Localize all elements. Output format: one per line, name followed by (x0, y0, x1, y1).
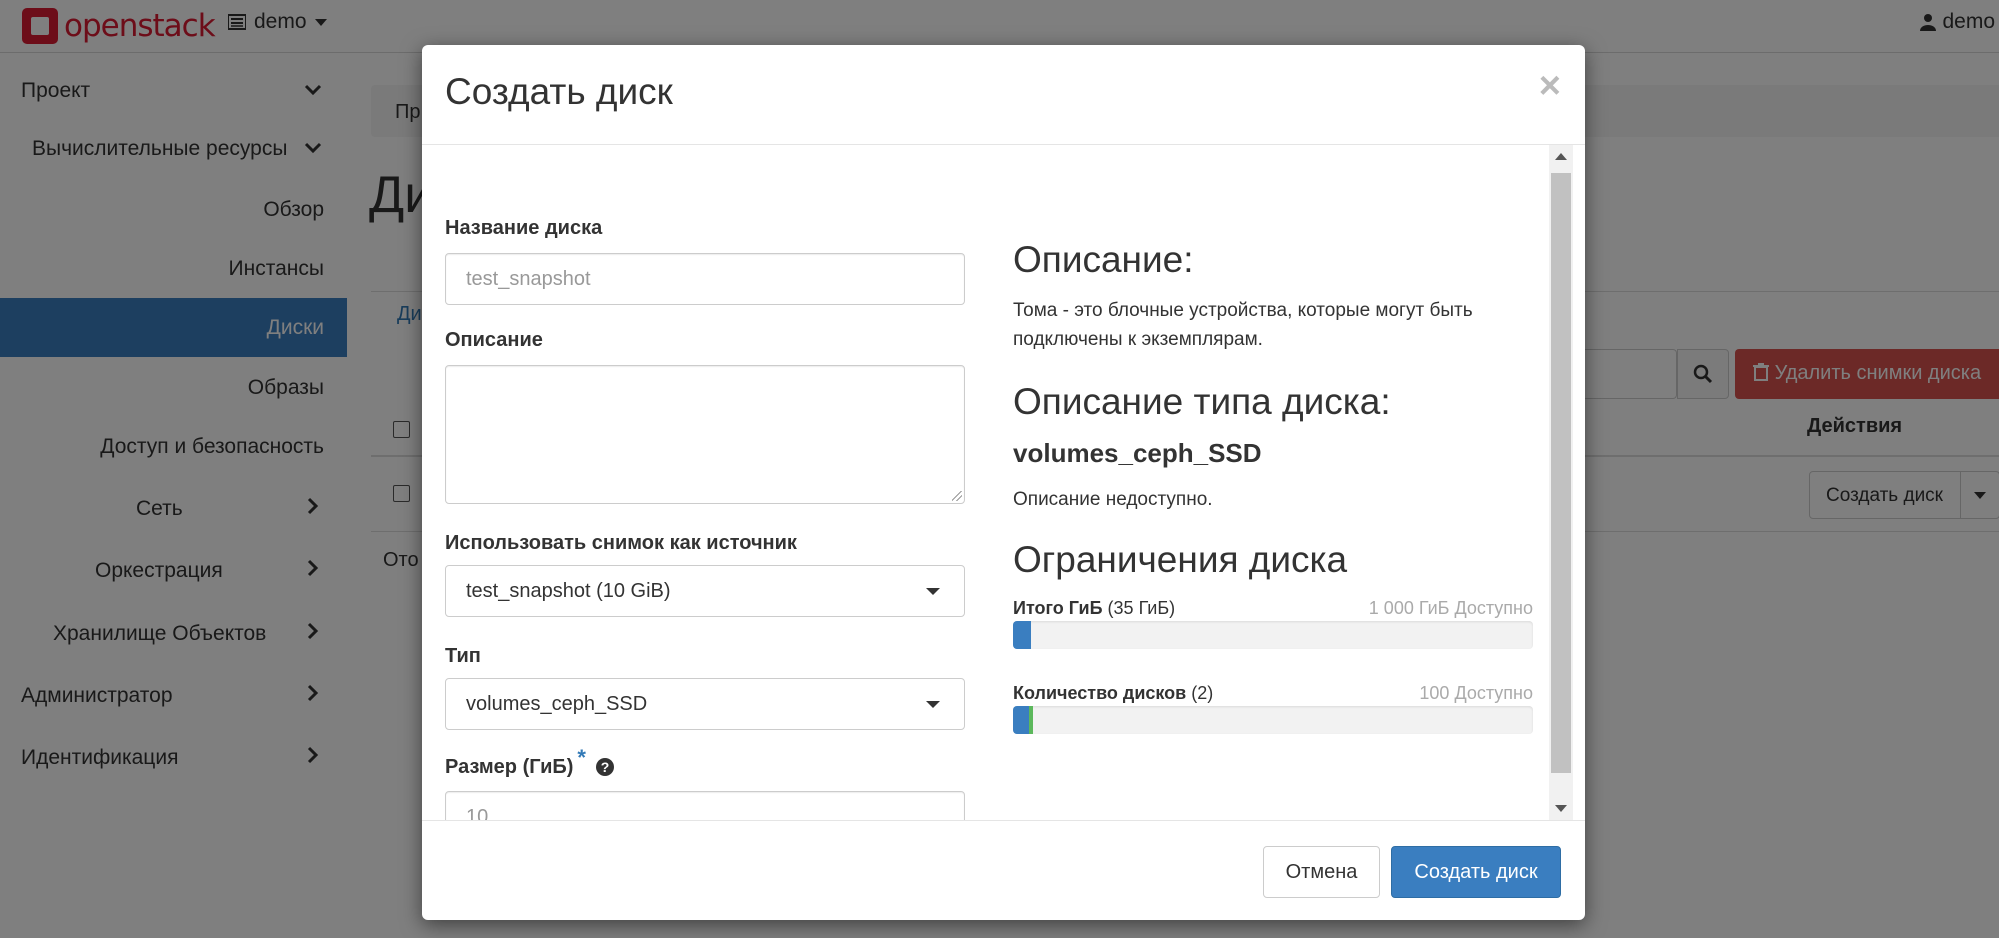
modal-title: Создать диск (445, 71, 673, 112)
snapshot-source-select[interactable]: test_snapshot (10 GiB) (445, 565, 965, 617)
quota-name: Количество дисков (1013, 683, 1187, 703)
modal-footer: Отмена Создать диск (422, 820, 1585, 920)
chevron-down-icon (926, 588, 940, 595)
cancel-button[interactable]: Отмена (1263, 846, 1380, 898)
volume-type-label: Тип (445, 645, 481, 667)
size-input[interactable]: 10 (445, 791, 965, 820)
size-label-group: Размер (ГиБ) *? (445, 745, 614, 779)
quota-used: (2) (1191, 683, 1214, 703)
close-icon[interactable]: × (1539, 67, 1561, 105)
required-marker: * (577, 745, 586, 770)
quota-volumes-count-row: Количество дисков (2) 100 Доступно (1013, 683, 1533, 704)
description-heading: Описание: (1013, 239, 1194, 280)
scroll-up-icon[interactable] (1555, 153, 1567, 160)
volume-type-description: Описание недоступно. (1013, 489, 1213, 510)
modal-header: Создать диск × (422, 45, 1585, 145)
description-label: Описание (445, 329, 543, 351)
description-textarea[interactable] (445, 365, 965, 504)
size-label: Размер (ГиБ) (445, 756, 574, 778)
quota-used: (35 ГиБ) (1107, 598, 1176, 618)
quota-total-gib-bar (1013, 621, 1533, 649)
scrollbar-thumb[interactable] (1551, 173, 1571, 773)
quota-total-gib-row: Итого ГиБ (35 ГиБ) 1 000 ГиБ Доступно (1013, 598, 1533, 619)
volume-name-label: Название диска (445, 217, 603, 239)
volume-type-value: volumes_ceph_SSD (466, 693, 648, 715)
resize-handle-icon[interactable] (952, 491, 962, 501)
volume-type-name: volumes_ceph_SSD (1013, 438, 1262, 468)
modal-body: Название диска test_snapshot Описание Ис… (422, 145, 1585, 820)
quota-available: 1 000 ГиБ Доступно (1368, 598, 1533, 618)
create-volume-modal: Создать диск × Название диска test_snaps… (422, 45, 1585, 920)
volume-type-select[interactable]: volumes_ceph_SSD (445, 678, 965, 730)
volume-type-heading: Описание типа диска: (1013, 381, 1391, 422)
scroll-down-icon[interactable] (1555, 805, 1567, 812)
help-icon[interactable]: ? (595, 758, 614, 776)
quota-used-fill (1013, 706, 1029, 734)
volume-limits-heading: Ограничения диска (1013, 539, 1348, 580)
quota-name: Итого ГиБ (1013, 598, 1103, 618)
quota-volumes-count-bar (1013, 706, 1533, 734)
create-volume-button[interactable]: Создать диск (1391, 846, 1561, 898)
modal-scrollbar[interactable] (1549, 145, 1573, 820)
volume-name-input[interactable]: test_snapshot (445, 253, 965, 305)
snapshot-source-label: Использовать снимок как источник (445, 532, 797, 554)
quota-added-fill (1029, 706, 1033, 734)
chevron-down-icon (926, 701, 940, 708)
description-text: Тома - это блочные устройства, которые м… (1013, 300, 1473, 350)
quota-available: 100 Доступно (1419, 683, 1533, 703)
snapshot-source-value: test_snapshot (10 GiB) (466, 580, 671, 602)
quota-used-fill (1013, 621, 1031, 649)
